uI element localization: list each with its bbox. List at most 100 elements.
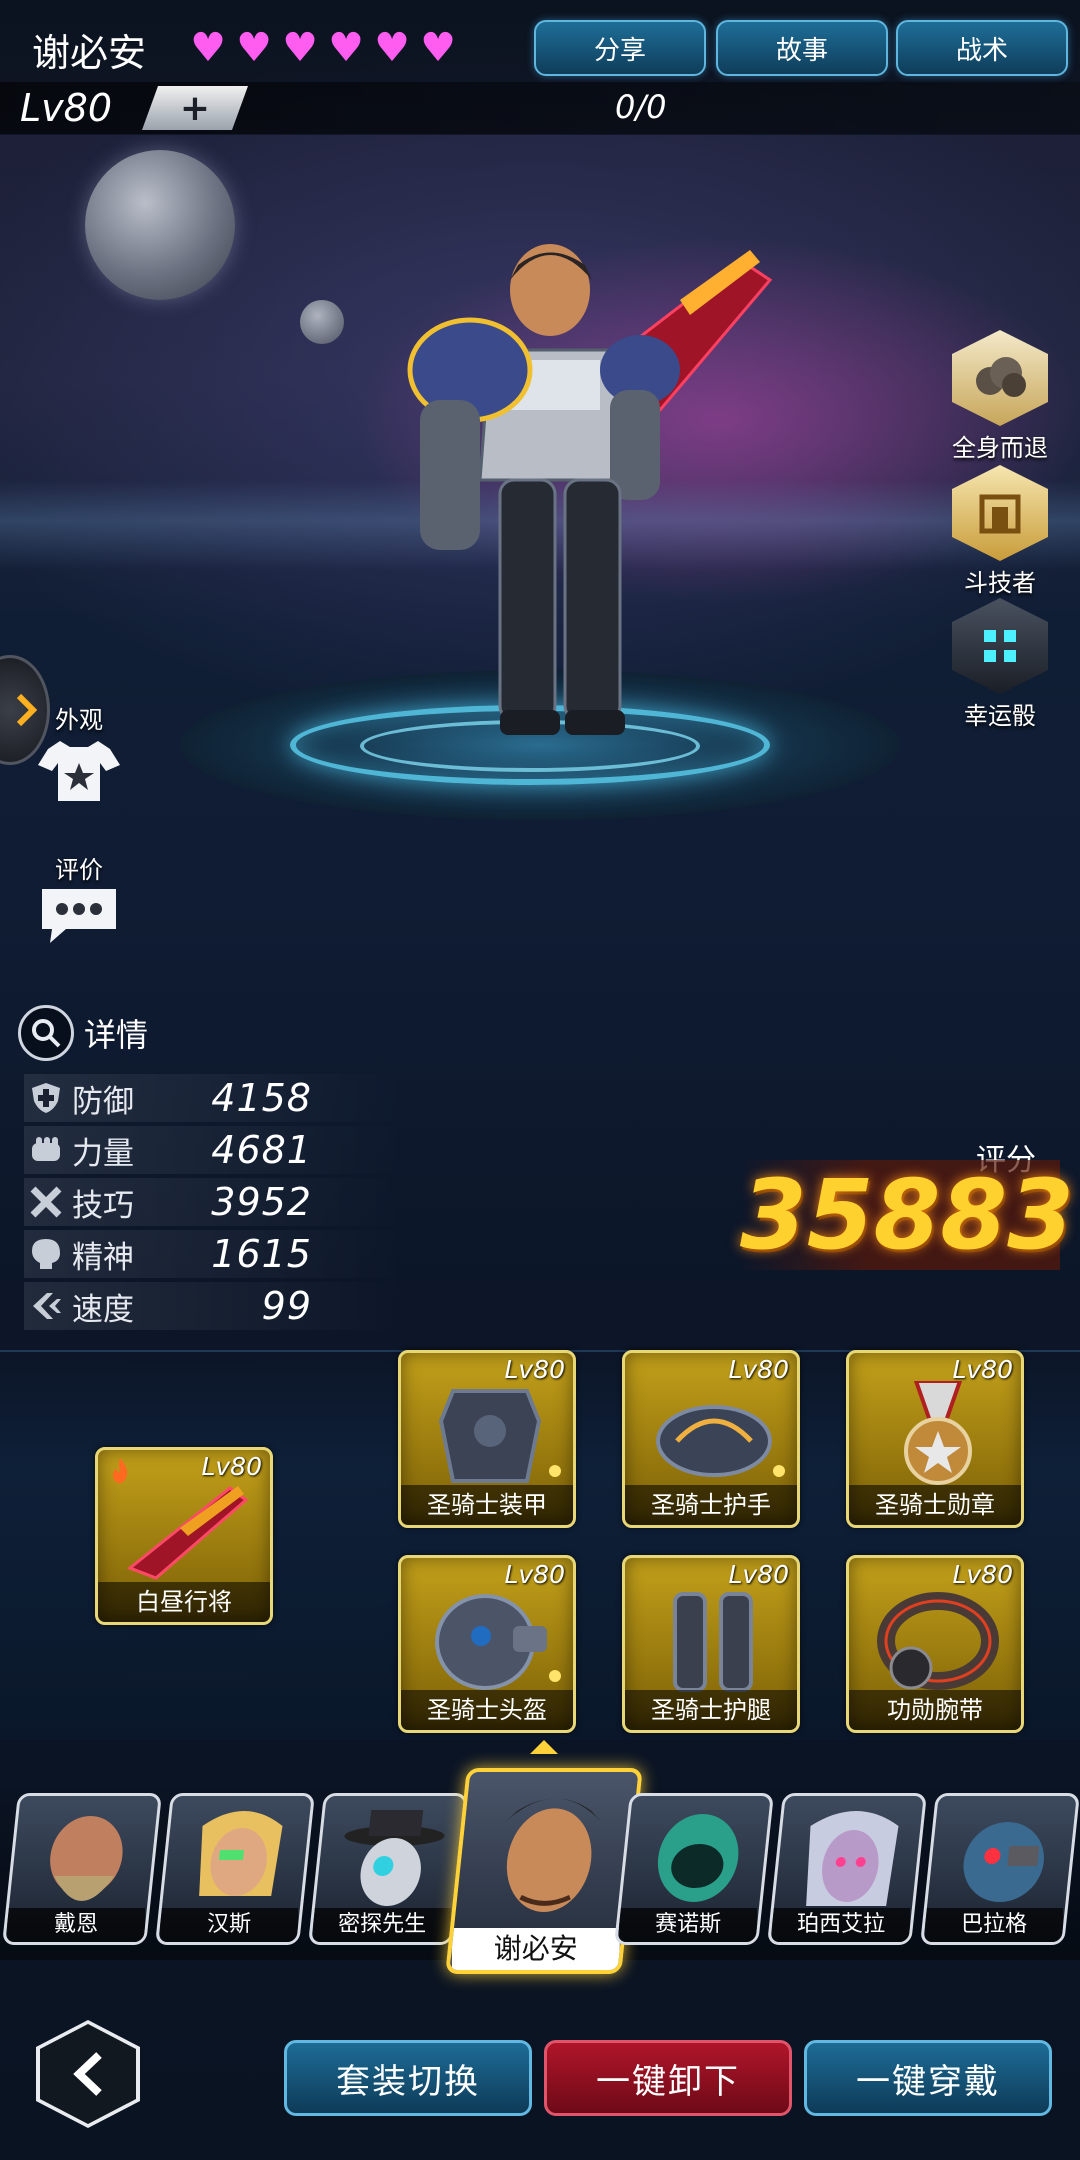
tshirt-icon (38, 741, 120, 801)
hero-card-selected[interactable]: 谢必安 (445, 1768, 643, 1974)
hero-portrait (199, 1811, 283, 1896)
stat-name: 技巧 (72, 1187, 134, 1224)
gauntlet-icon (656, 1405, 772, 1477)
skill-fighter[interactable]: 斗技者 (950, 465, 1050, 598)
hero-portrait (503, 1798, 603, 1912)
story-button[interactable]: 故事 (716, 20, 888, 76)
equip-slot-gauntlet[interactable]: Lv80 圣骑士护手 (622, 1350, 800, 1528)
heart-icon: ♥ (236, 25, 272, 71)
equip-slot-medal[interactable]: Lv80 圣骑士勋章 (846, 1350, 1024, 1528)
hero-portrait (50, 1816, 123, 1901)
hero-name: 戴恩 (7, 1908, 146, 1942)
explosion-icon (952, 330, 1048, 426)
stat-strength: 力量 4681 (24, 1126, 404, 1174)
stat-name: 防御 (72, 1083, 134, 1120)
hero-name: 赛诺斯 (619, 1908, 758, 1942)
equip-name: 功勋腕带 (849, 1690, 1021, 1730)
equip-name: 白昼行将 (98, 1582, 270, 1622)
speed-icon (24, 1286, 68, 1326)
chat-bubble-icon (42, 889, 116, 943)
upgrade-dot (549, 1465, 561, 1477)
upgrade-dot (549, 1670, 561, 1682)
level-up-button[interactable]: + (141, 86, 249, 130)
hero-portrait (344, 1810, 445, 1906)
heart-icon: ♥ (420, 25, 456, 71)
selected-indicator-icon (530, 1740, 558, 1754)
equip-slot-greaves[interactable]: Lv80 圣骑士护腿 (622, 1555, 800, 1733)
heart-icon: ♥ (190, 25, 226, 71)
stat-value: 4158 (211, 1076, 312, 1120)
character-name: 谢必安 (32, 31, 147, 75)
hero-name: 珀西艾拉 (772, 1908, 911, 1942)
equip-level: Lv80 (728, 1560, 789, 1589)
shield-icon (24, 1078, 68, 1118)
star-rating-hearts: ♥ ♥ ♥ ♥ ♥ ♥ (188, 26, 458, 70)
stat-name: 精神 (72, 1239, 134, 1276)
flame-icon (113, 1458, 128, 1484)
equip-slot-weapon[interactable]: Lv80 白昼行将 (95, 1447, 273, 1625)
hero-portrait (806, 1811, 899, 1906)
blaster-icon (127, 1486, 249, 1580)
brain-icon (24, 1234, 68, 1274)
equip-name: 圣骑士护手 (625, 1485, 797, 1525)
hero-card[interactable]: 赛诺斯 (614, 1793, 774, 1945)
heart-icon: ♥ (374, 25, 410, 71)
equip-name: 圣骑士头盔 (401, 1690, 573, 1730)
tactics-button[interactable]: 战术 (896, 20, 1068, 76)
share-button[interactable]: 分享 (534, 20, 706, 76)
hero-name: 巴拉格 (925, 1908, 1064, 1942)
stat-spirit: 精神 1615 (24, 1230, 404, 1278)
hero-name: 汉斯 (160, 1908, 299, 1942)
hero-card[interactable]: 珀西艾拉 (767, 1793, 927, 1945)
equip-slot-helmet[interactable]: Lv80 圣骑士头盔 (398, 1555, 576, 1733)
stat-name: 速度 (72, 1291, 134, 1328)
equip-slot-armor[interactable]: Lv80 圣骑士装甲 (398, 1350, 576, 1528)
details-title: 详情 (84, 1016, 149, 1054)
medal-icon (904, 1381, 972, 1485)
hero-card[interactable]: 戴恩 (2, 1793, 162, 1945)
appearance-label: 外观 (55, 706, 103, 734)
stat-value: 3952 (211, 1180, 312, 1224)
hero-card[interactable]: 密探先生 (308, 1793, 468, 1945)
search-icon (18, 1005, 74, 1061)
score-value: 35883 (740, 1159, 1074, 1271)
tools-icon (24, 1182, 68, 1222)
upgrade-dot (773, 1465, 785, 1477)
equip-level: Lv80 (201, 1452, 262, 1481)
level-label: Lv80 (20, 86, 113, 130)
equip-level: Lv80 (952, 1560, 1013, 1589)
wristband-icon (877, 1592, 999, 1690)
stat-speed: 速度 99 (24, 1282, 404, 1330)
stat-value: 99 (261, 1284, 312, 1328)
equip-level: Lv80 (504, 1355, 565, 1384)
armor-emblem-icon (952, 465, 1048, 561)
hero-portrait (657, 1814, 739, 1902)
stat-defense: 防御 4158 (24, 1074, 404, 1122)
equip-slot-wristband[interactable]: Lv80 功勋腕带 (846, 1555, 1024, 1733)
appearance-button[interactable]: 外观 (34, 700, 124, 809)
hero-name: 密探先生 (313, 1908, 452, 1942)
review-label: 评价 (55, 856, 103, 884)
skill-quick-escape[interactable]: 全身而退 (950, 330, 1050, 463)
hero-model (407, 244, 773, 735)
planet-small (300, 300, 344, 344)
stat-value: 4681 (211, 1128, 312, 1172)
equip-name: 圣骑士装甲 (401, 1485, 573, 1525)
heart-icon: ♥ (328, 25, 364, 71)
switch-set-button[interactable]: 套装切换 (284, 2040, 532, 2116)
dice-icon (952, 598, 1048, 694)
equip-all-button[interactable]: 一键穿戴 (804, 2040, 1052, 2116)
stat-value: 1615 (211, 1232, 312, 1276)
helmet-icon (435, 1594, 547, 1690)
skill-lucky-dice[interactable]: 幸运骰 (950, 598, 1050, 731)
hero-card[interactable]: 巴拉格 (920, 1793, 1080, 1945)
hero-card[interactable]: 汉斯 (155, 1793, 315, 1945)
planet-large (85, 150, 235, 300)
review-button[interactable]: 评价 (34, 850, 124, 951)
equip-level: Lv80 (952, 1355, 1013, 1384)
unequip-all-button[interactable]: 一键卸下 (544, 2040, 792, 2116)
chevron-left-icon (73, 2052, 102, 2096)
greaves-icon (673, 1592, 753, 1692)
armor-icon (438, 1389, 542, 1483)
details-toggle[interactable]: 详情 (18, 1005, 148, 1061)
